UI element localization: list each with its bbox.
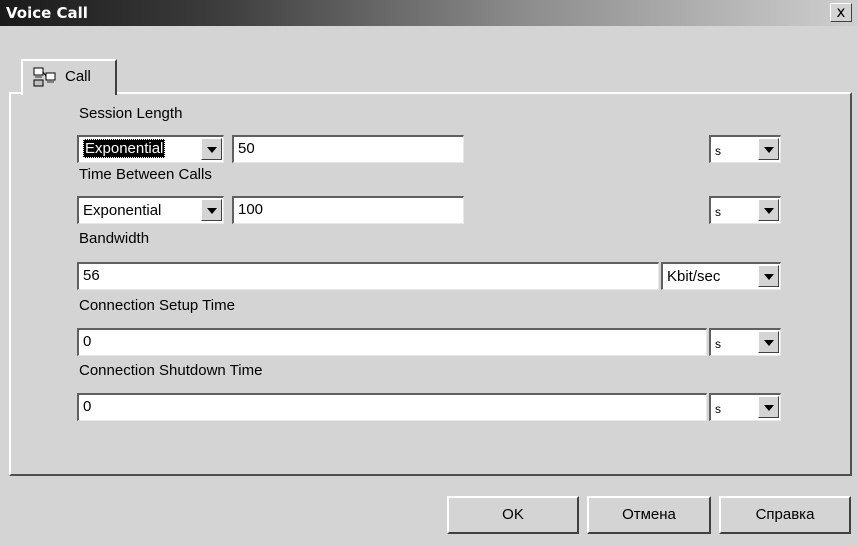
chevron-down-icon[interactable]	[758, 199, 779, 221]
connection-setup-time-unit-value: s	[715, 337, 721, 351]
connection-shutdown-time-label: Connection Shutdown Time	[79, 362, 263, 379]
time-between-calls-unit-value: s	[715, 205, 721, 219]
ok-button[interactable]: OK	[447, 496, 579, 534]
chevron-down-icon[interactable]	[758, 138, 779, 160]
chevron-down-icon[interactable]	[201, 138, 222, 160]
session-length-distribution-value: Exponential	[83, 139, 166, 158]
chevron-down-icon[interactable]	[758, 331, 779, 353]
time-between-calls-distribution-value: Exponential	[83, 202, 162, 219]
chevron-down-icon[interactable]	[201, 199, 222, 221]
connection-shutdown-time-unit-value: s	[715, 402, 721, 416]
session-length-unit-select[interactable]: s	[709, 135, 781, 163]
connection-setup-time-input[interactable]: 0	[77, 328, 707, 356]
bandwidth-input[interactable]: 56	[77, 262, 659, 290]
chevron-down-icon[interactable]	[758, 396, 779, 418]
session-length-input[interactable]: 50	[232, 135, 464, 163]
bandwidth-label: Bandwidth	[79, 230, 150, 247]
chevron-down-icon[interactable]	[758, 265, 779, 287]
bandwidth-unit-value: Kbit/sec	[667, 268, 721, 285]
connection-shutdown-time-unit-select[interactable]: s	[709, 393, 781, 421]
title-bar: Voice Call x	[0, 0, 858, 26]
help-button[interactable]: Справка	[719, 496, 851, 534]
connection-setup-time-label: Connection Setup Time	[79, 297, 235, 314]
bandwidth-unit-select[interactable]: Kbit/sec	[661, 262, 781, 290]
tab-call[interactable]: Call	[21, 59, 117, 95]
cancel-button[interactable]: Отмена	[587, 496, 711, 534]
close-button[interactable]: x	[830, 3, 852, 22]
network-computers-icon	[33, 67, 56, 87]
time-between-calls-input[interactable]: 100	[232, 196, 464, 224]
time-between-calls-unit-select[interactable]: s	[709, 196, 781, 224]
window-title: Voice Call	[6, 4, 88, 22]
connection-shutdown-time-input[interactable]: 0	[77, 393, 707, 421]
session-length-unit-value: s	[715, 144, 721, 158]
session-length-distribution-select[interactable]: Exponential	[77, 135, 224, 163]
time-between-calls-distribution-select[interactable]: Exponential	[77, 196, 224, 224]
time-between-calls-label: Time Between Calls	[79, 166, 212, 183]
session-length-label: Session Length	[79, 105, 183, 122]
connection-setup-time-unit-select[interactable]: s	[709, 328, 781, 356]
tab-label: Call	[65, 68, 91, 85]
